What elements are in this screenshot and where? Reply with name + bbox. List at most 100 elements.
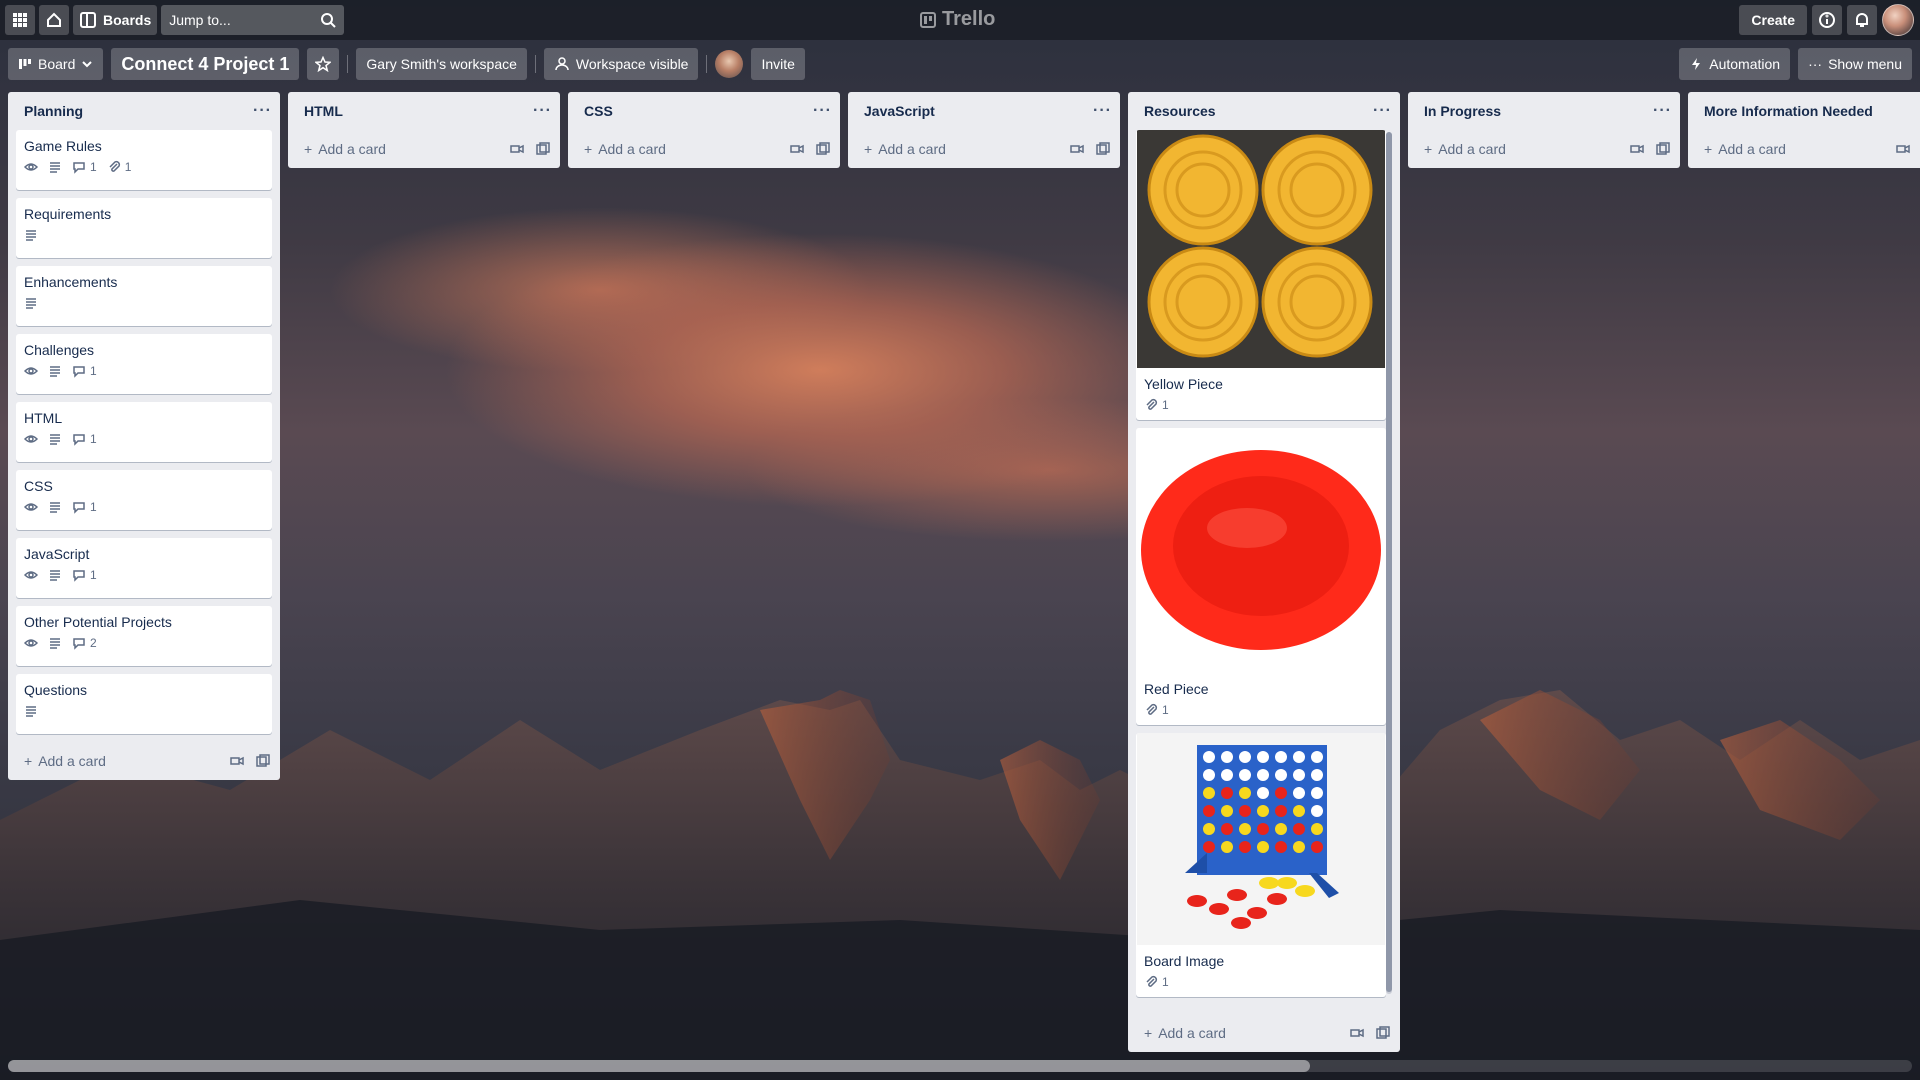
card-css[interactable]: CSS 1 — [16, 470, 272, 530]
card-title: CSS — [24, 478, 53, 494]
create-from-template-icon[interactable] — [1096, 142, 1110, 156]
description-icon — [48, 160, 62, 174]
attachment-badge: 1 — [1144, 703, 1169, 717]
card-other-potential-projects[interactable]: Other Potential Projects 2 — [16, 606, 272, 666]
create-from-template-icon[interactable] — [256, 754, 270, 768]
list-menu-icon[interactable]: ··· — [1373, 102, 1392, 120]
yellow-piece-image — [1137, 130, 1385, 368]
divider — [706, 55, 708, 73]
board-view-switcher[interactable]: Board — [8, 48, 104, 80]
template-icon[interactable] — [1350, 1026, 1364, 1040]
add-card-label: Add a card — [1158, 1025, 1226, 1041]
template-icon[interactable] — [230, 754, 244, 768]
template-icon[interactable] — [1630, 142, 1644, 156]
app-switcher-button[interactable] — [5, 5, 35, 35]
list-resources: Resources ··· Yellow Piece 1 Red Piece 1… — [1128, 92, 1400, 1052]
list-menu-icon[interactable]: ··· — [813, 102, 832, 120]
add-card-button[interactable]: + Add a card — [568, 130, 840, 168]
template-icon[interactable] — [1070, 142, 1084, 156]
add-card-button[interactable]: + Add a card — [288, 130, 560, 168]
watch-icon — [24, 500, 38, 514]
template-icon[interactable] — [510, 142, 524, 156]
list-title[interactable]: In Progress — [1424, 103, 1501, 119]
divider — [347, 55, 349, 73]
create-from-template-icon[interactable] — [1376, 1026, 1390, 1040]
card-red-piece[interactable]: Red Piece 1 — [1136, 428, 1386, 725]
board-view-label: Board — [38, 56, 76, 72]
list-menu-icon[interactable]: ··· — [1653, 102, 1672, 120]
card-javascript[interactable]: JavaScript 1 — [16, 538, 272, 598]
list-title[interactable]: More Information Needed — [1704, 103, 1873, 119]
lightning-icon — [1692, 58, 1701, 70]
card-html[interactable]: HTML 1 — [16, 402, 272, 462]
list-menu-icon[interactable]: ··· — [1093, 102, 1112, 120]
notifications-button[interactable] — [1847, 5, 1877, 35]
card-requirements[interactable]: Requirements — [16, 198, 272, 258]
boards-icon — [80, 12, 96, 28]
list-menu-icon[interactable]: ··· — [253, 102, 272, 120]
card-game-rules[interactable]: Game Rules 1 1 — [16, 130, 272, 190]
add-card-button[interactable]: + Add a card — [1688, 130, 1920, 168]
list-javascript: JavaScript ··· + Add a card — [848, 92, 1120, 168]
card-enhancements[interactable]: Enhancements — [16, 266, 272, 326]
list-title[interactable]: Planning — [24, 103, 83, 119]
watch-icon — [24, 636, 38, 650]
add-card-button[interactable]: + Add a card — [8, 742, 280, 780]
search-icon — [321, 13, 336, 28]
add-card-button[interactable]: + Add a card — [848, 130, 1120, 168]
description-icon — [48, 364, 62, 378]
automation-button[interactable]: Automation — [1679, 48, 1791, 80]
plus-icon: + — [1704, 141, 1713, 157]
create-button[interactable]: Create — [1739, 5, 1807, 35]
visibility-button[interactable]: Workspace visible — [543, 48, 699, 80]
comment-icon — [73, 162, 85, 174]
info-button[interactable] — [1812, 5, 1842, 35]
list-scrollbar[interactable] — [1386, 132, 1392, 994]
comment-badge: 1 — [72, 160, 97, 174]
create-from-template-icon[interactable] — [1656, 142, 1670, 156]
watch-icon — [24, 364, 38, 378]
list-title[interactable]: HTML — [304, 103, 343, 119]
add-card-button[interactable]: + Add a card — [1408, 130, 1680, 168]
add-card-label: Add a card — [38, 753, 106, 769]
member-avatar[interactable] — [715, 50, 744, 78]
card-challenges[interactable]: Challenges 1 — [16, 334, 272, 394]
comment-badge: 1 — [72, 364, 97, 378]
description-icon — [48, 568, 62, 582]
comment-icon — [73, 366, 85, 378]
list-menu-icon[interactable]: ··· — [533, 102, 552, 120]
star-board-button[interactable] — [307, 48, 340, 80]
list-title[interactable]: CSS — [584, 103, 613, 119]
user-avatar[interactable] — [1882, 4, 1914, 36]
comment-badge: 1 — [72, 432, 97, 446]
trello-logo[interactable]: Trello — [920, 8, 995, 31]
plus-icon: + — [24, 753, 33, 769]
watch-icon — [24, 160, 38, 174]
invite-button[interactable]: Invite — [751, 48, 805, 80]
list-scrollbar-thumb[interactable] — [1386, 132, 1392, 992]
board-horizontal-scrollbar-thumb[interactable] — [8, 1060, 1310, 1072]
create-from-template-icon[interactable] — [536, 142, 550, 156]
description-icon — [24, 296, 38, 310]
show-menu-button[interactable]: ··· Show menu — [1798, 48, 1912, 80]
workspace-button[interactable]: Gary Smith's workspace — [356, 48, 527, 80]
board-title[interactable]: Connect 4 Project 1 — [111, 48, 300, 80]
list-title[interactable]: Resources — [1144, 103, 1216, 119]
card-yellow-piece[interactable]: Yellow Piece 1 — [1136, 130, 1386, 420]
template-icon[interactable] — [1896, 142, 1910, 156]
card-title: Questions — [24, 682, 88, 698]
watch-icon — [24, 568, 38, 582]
paperclip-icon — [109, 160, 120, 172]
create-from-template-icon[interactable] — [816, 142, 830, 156]
boards-button[interactable]: Boards — [73, 5, 158, 35]
template-icon[interactable] — [790, 142, 804, 156]
board-horizontal-scrollbar[interactable] — [8, 1060, 1912, 1072]
list-title[interactable]: JavaScript — [864, 103, 935, 119]
jump-search-input[interactable]: Jump to... — [161, 5, 345, 35]
plus-icon: + — [304, 141, 313, 157]
home-button[interactable] — [39, 5, 69, 35]
board-view-icon — [19, 59, 31, 69]
add-card-button[interactable]: + Add a card — [1128, 1014, 1400, 1052]
card-board-image[interactable]: Board Image 1 — [1136, 733, 1386, 997]
card-questions[interactable]: Questions — [16, 674, 272, 734]
